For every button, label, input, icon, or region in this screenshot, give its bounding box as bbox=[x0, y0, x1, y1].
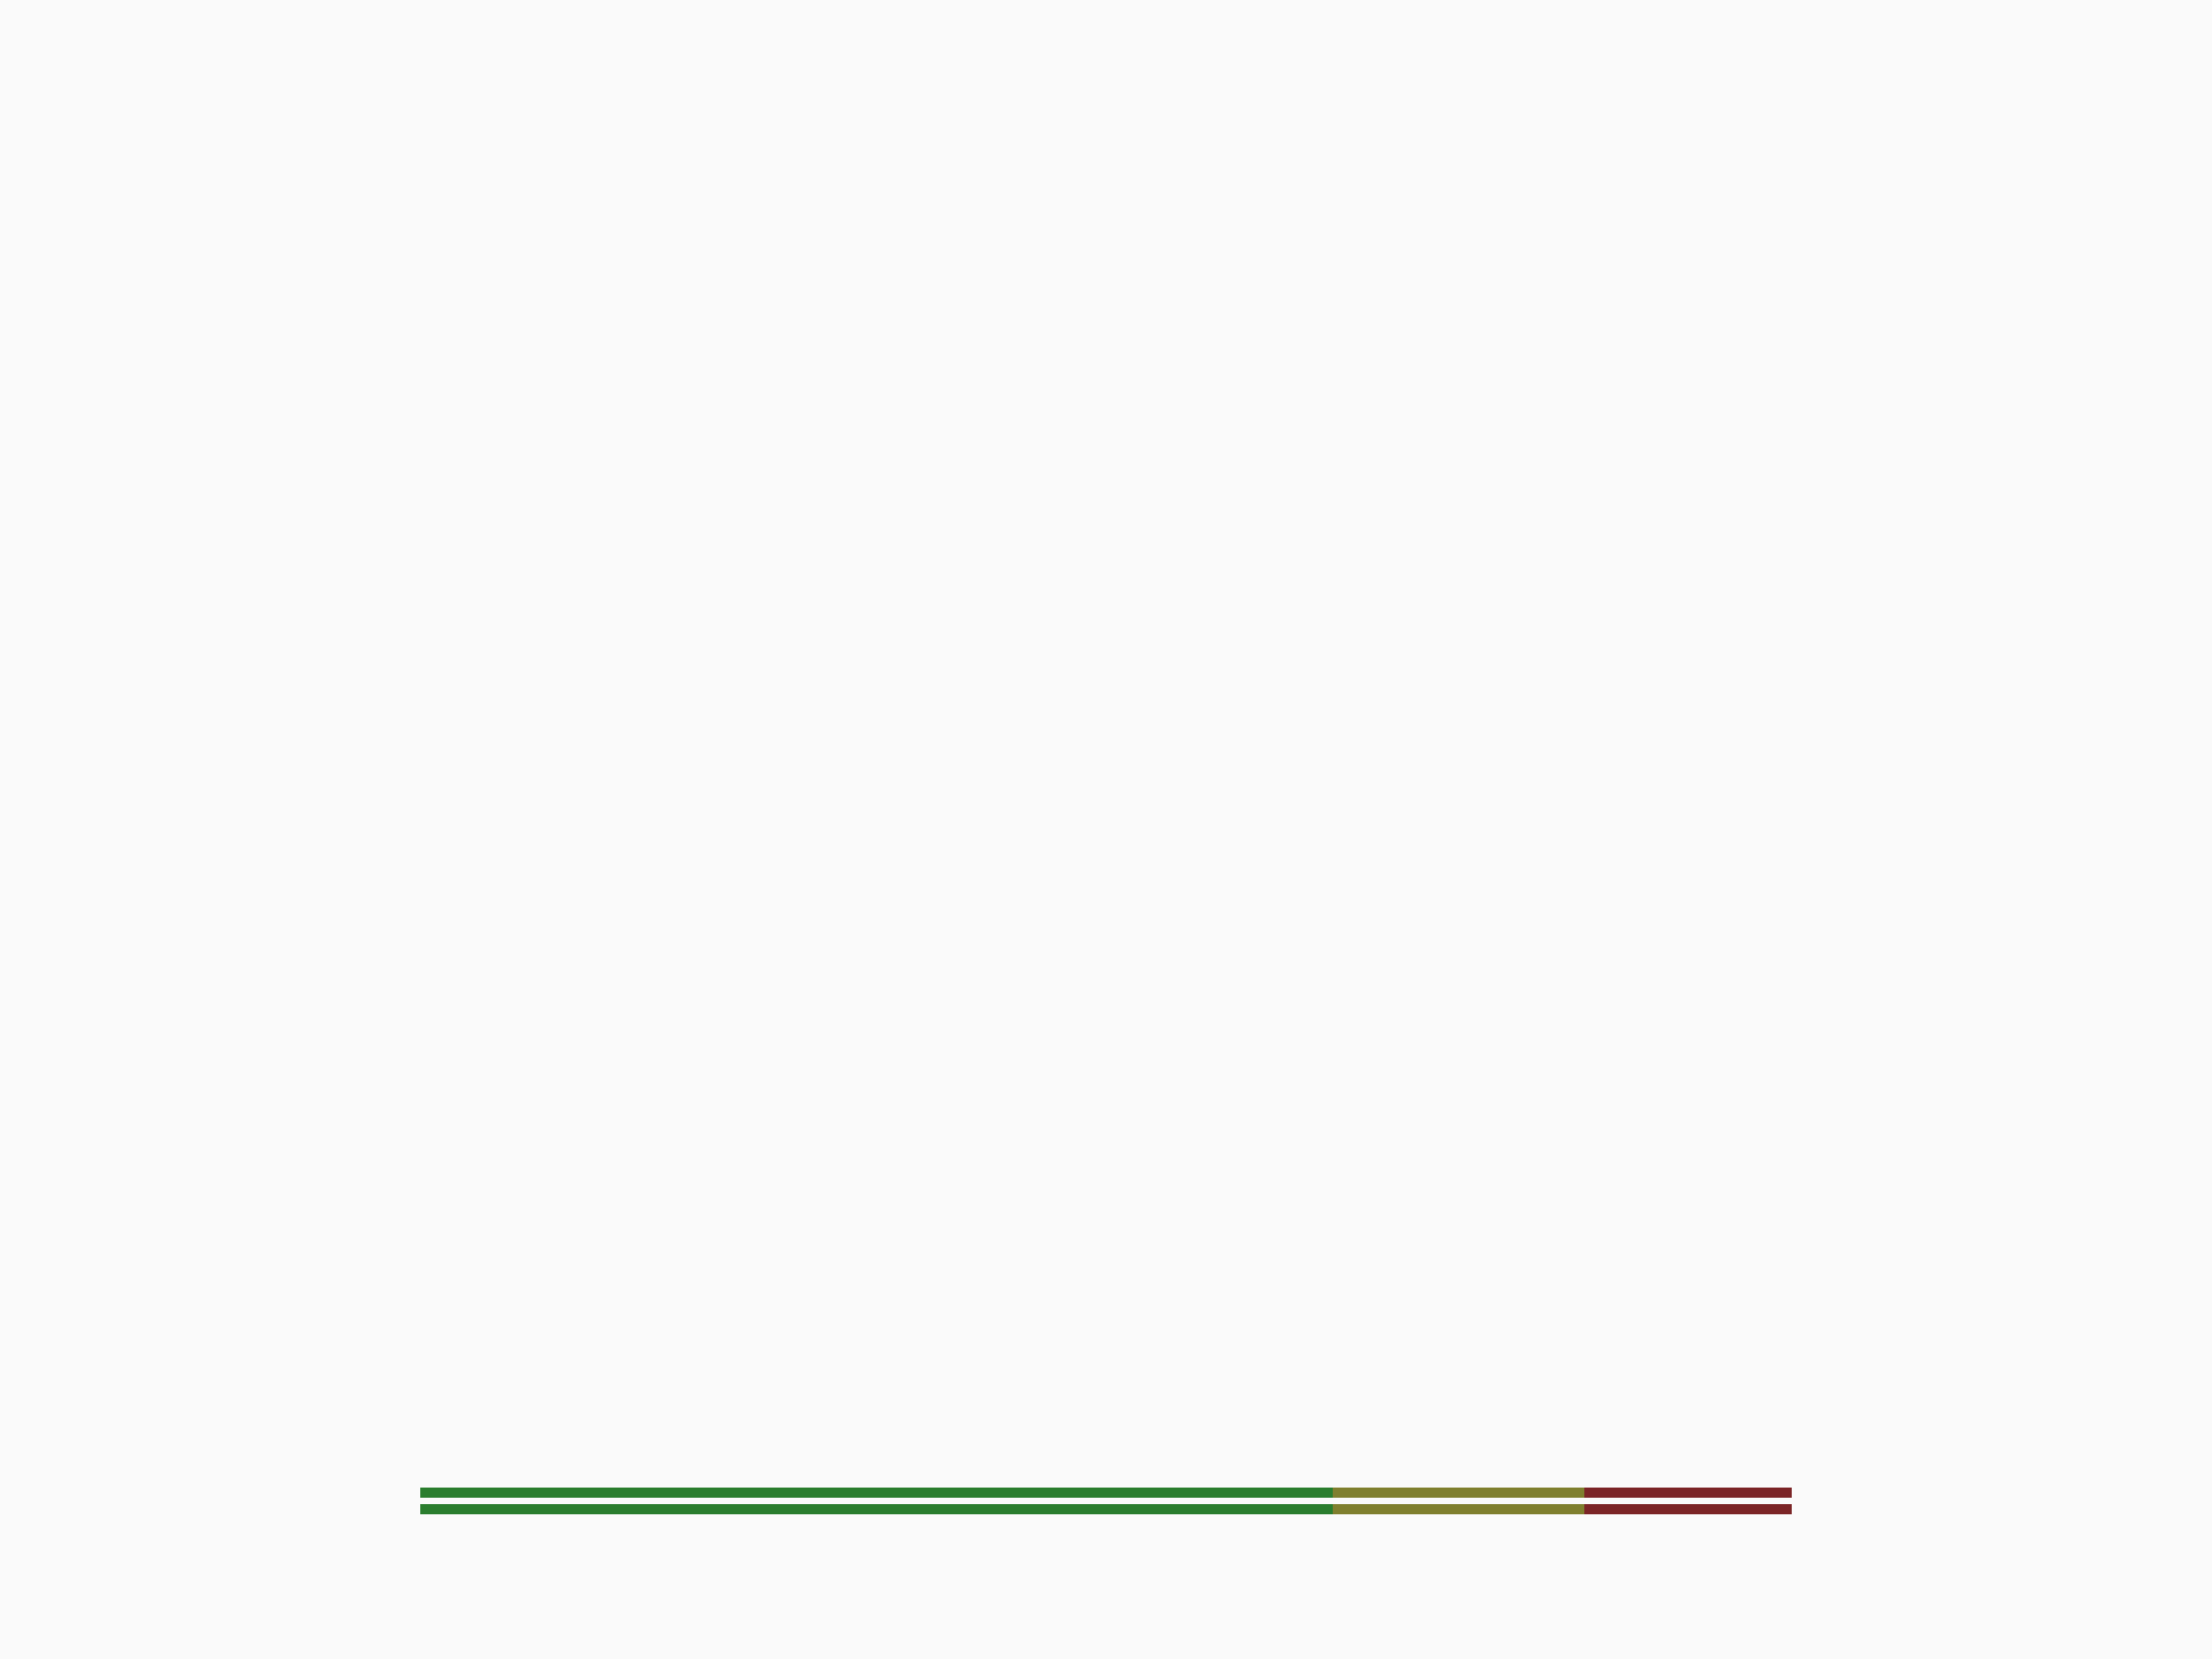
level-meter-bar bbox=[420, 1488, 1792, 1498]
level-segment-red bbox=[1584, 1504, 1792, 1514]
app-canvas bbox=[0, 0, 2212, 1659]
level-segment-yellow bbox=[1332, 1504, 1584, 1514]
level-segment-green bbox=[420, 1488, 1333, 1498]
level-meters bbox=[420, 1488, 1792, 1514]
level-segment-green bbox=[420, 1504, 1333, 1514]
level-segment-yellow bbox=[1332, 1488, 1584, 1498]
level-meter-bar bbox=[420, 1504, 1792, 1514]
level-segment-red bbox=[1584, 1488, 1792, 1498]
